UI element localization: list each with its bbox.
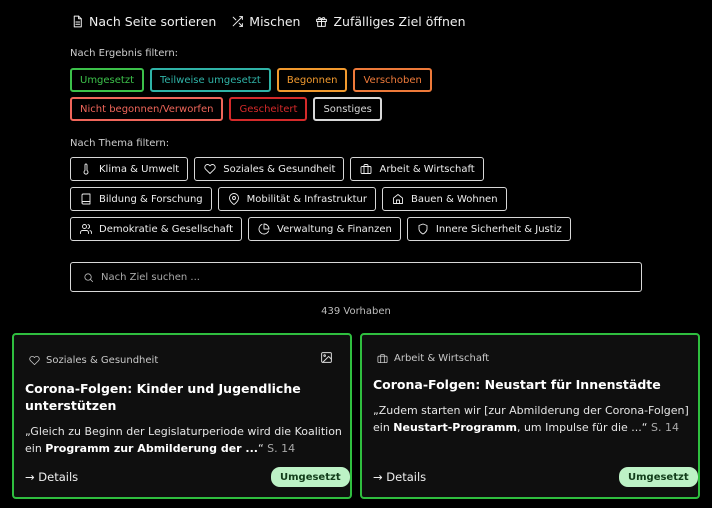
- topic-chip-bildung[interactable]: Bildung & Forschung: [70, 187, 212, 211]
- card-topic: Arbeit & Wirtschaft: [375, 351, 489, 365]
- search-input[interactable]: [101, 271, 621, 283]
- page-reference: S. 14: [267, 442, 296, 455]
- image-icon[interactable]: [319, 350, 333, 364]
- sort-by-page-label: Nach Seite sortieren: [89, 14, 217, 29]
- result-filter-label: Nach Ergebnis filtern:: [70, 48, 179, 59]
- random-goal-label: Zufälliges Ziel öffnen: [333, 14, 466, 29]
- briefcase-icon: [375, 351, 389, 365]
- sort-by-page-button[interactable]: Nach Seite sortieren: [70, 14, 216, 29]
- card-topic-label: Soziales & Gesundheit: [46, 354, 159, 366]
- filter-chip-sonstiges[interactable]: Sonstiges: [313, 97, 382, 121]
- shuffle-icon: [230, 15, 244, 29]
- topic-chip-label: Demokratie & Gesellschaft: [99, 223, 234, 235]
- card-title: Corona-Folgen: Kinder und Jugendliche un…: [25, 381, 301, 413]
- topic-chip-label: Innere Sicherheit & Justiz: [435, 223, 562, 235]
- heart-icon: [27, 353, 41, 367]
- topic-chip-label: Verwaltung & Finanzen: [277, 223, 392, 235]
- heart-icon: [203, 162, 217, 176]
- quote-text-end: “: [257, 442, 264, 455]
- topic-chip-sicherheit[interactable]: Innere Sicherheit & Justiz: [406, 217, 571, 241]
- topic-chip-arbeit[interactable]: Arbeit & Wirtschaft: [350, 157, 484, 181]
- book-icon: [79, 192, 93, 206]
- users-icon: [79, 222, 93, 236]
- home-icon: [391, 192, 405, 206]
- status-badge: Umgesetzt: [271, 467, 350, 487]
- status-badge: Umgesetzt: [619, 467, 698, 487]
- toolbar: Nach Seite sortieren Mischen Zufälliges …: [70, 14, 466, 29]
- search-icon: [81, 270, 95, 284]
- topic-chip-mobilitaet[interactable]: Mobilität & Infrastruktur: [217, 187, 376, 211]
- topic-chip-label: Bildung & Forschung: [99, 193, 203, 205]
- briefcase-icon: [359, 162, 373, 176]
- topic-chip-label: Klima & Umwelt: [99, 163, 180, 175]
- gift-icon: [314, 15, 328, 29]
- shuffle-button[interactable]: Mischen: [230, 14, 300, 29]
- topic-filter-label: Nach Thema filtern:: [70, 138, 170, 149]
- filter-chip-verschoben[interactable]: Verschoben: [353, 68, 432, 92]
- topic-chip-label: Bauen & Wohnen: [410, 193, 498, 205]
- topic-chip-label: Arbeit & Wirtschaft: [379, 163, 475, 175]
- thermometer-icon: [79, 162, 93, 176]
- details-link[interactable]: → Details: [373, 470, 426, 484]
- card-topic: Soziales & Gesundheit: [27, 353, 158, 367]
- topic-chip-bauen[interactable]: Bauen & Wohnen: [381, 187, 507, 211]
- quote-highlight: Neustart-Programm: [393, 421, 517, 434]
- result-count: 439 Vorhaben: [321, 306, 391, 317]
- shuffle-label: Mischen: [249, 14, 301, 29]
- topic-chip-label: Mobilität & Infrastruktur: [246, 193, 367, 205]
- quote-text-end: , um Impulse für die ...“: [516, 421, 648, 434]
- topic-chip-soziales[interactable]: Soziales & Gesundheit: [194, 157, 345, 181]
- goal-card[interactable]: Soziales & Gesundheit Corona-Folgen: Kin…: [12, 333, 352, 499]
- filter-chip-nicht-begonnen[interactable]: Nicht begonnen/Verworfen: [70, 97, 224, 121]
- topic-chip-label: Soziales & Gesundheit: [223, 163, 336, 175]
- topic-chip-demokratie[interactable]: Demokratie & Gesellschaft: [70, 217, 243, 241]
- card-topic-label: Arbeit & Wirtschaft: [394, 352, 490, 364]
- filter-chip-gescheitert[interactable]: Gescheitert: [229, 97, 308, 121]
- filter-chip-teilweise-umgesetzt[interactable]: Teilweise umgesetzt: [150, 68, 271, 92]
- document-icon: [70, 15, 84, 29]
- filter-chip-begonnen[interactable]: Begonnen: [276, 68, 348, 92]
- card-quote: „Gleich zu Beginn der Legislaturperiode …: [25, 423, 345, 457]
- filter-chip-umgesetzt[interactable]: Umgesetzt: [70, 68, 145, 92]
- search-box: [70, 262, 642, 292]
- topic-chip-verwaltung[interactable]: Verwaltung & Finanzen: [248, 217, 401, 241]
- pie-chart-icon: [257, 222, 271, 236]
- topic-chip-klima[interactable]: Klima & Umwelt: [70, 157, 189, 181]
- quote-highlight: Programm zur Abmilderung der ...: [45, 442, 258, 455]
- topic-filter-chips: Klima & Umwelt Soziales & Gesundheit Arb…: [70, 157, 630, 241]
- card-title: Corona-Folgen: Neustart für Innenstädte: [373, 377, 661, 392]
- map-pin-icon: [227, 192, 241, 206]
- shield-icon: [416, 222, 430, 236]
- card-quote: „Zudem starten wir [zur Abmilderung der …: [373, 402, 693, 436]
- page-reference: S. 14: [650, 421, 679, 434]
- details-link[interactable]: → Details: [25, 470, 78, 484]
- result-filter-chips: Umgesetzt Teilweise umgesetzt Begonnen V…: [70, 68, 590, 121]
- goal-card[interactable]: Arbeit & Wirtschaft Corona-Folgen: Neust…: [360, 333, 700, 499]
- random-goal-button[interactable]: Zufälliges Ziel öffnen: [314, 14, 466, 29]
